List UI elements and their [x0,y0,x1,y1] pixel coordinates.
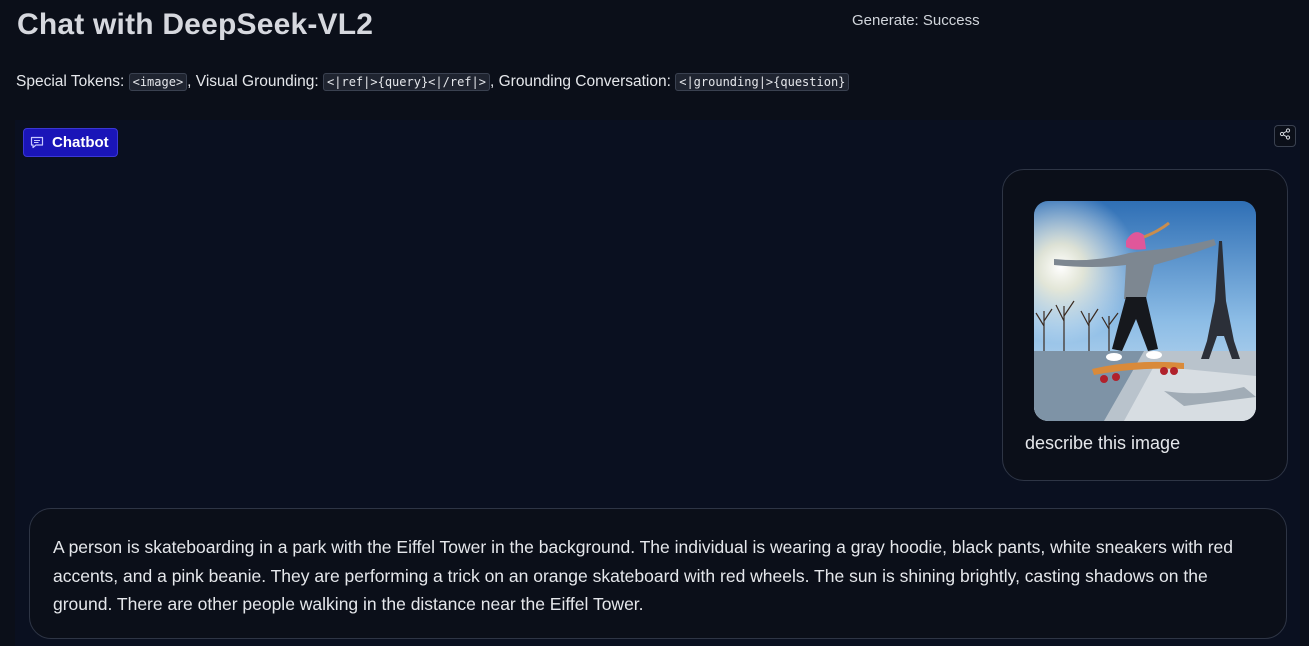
special-tokens-label: Special Tokens: [16,73,129,90]
skateboarder-eiffel-photo[interactable] [1034,201,1256,421]
special-tokens-info: Special Tokens: <image>, Visual Groundin… [16,73,850,91]
bot-message: A person is skateboarding in a park with… [29,508,1287,639]
share-icon [1279,127,1291,145]
user-message: describe this image [1002,169,1288,481]
grounding-conversation-label: , Grounding Conversation: [489,73,676,90]
image-token-code: <image> [128,73,188,91]
chatbot-label: Chatbot [23,128,118,157]
chat-bubble-icon [30,136,44,149]
visual-grounding-label: , Visual Grounding: [187,73,324,90]
share-button[interactable] [1274,125,1296,147]
chatbot-panel: Chatbot describe this image A person is … [15,120,1300,646]
page-title: Chat with DeepSeek-VL2 [17,8,374,41]
app-root: Chat with DeepSeek-VL2 Generate: Success… [0,0,1309,646]
generate-status: Generate: Success [852,12,980,29]
grounding-token-code: <|grounding|>{question} [675,73,850,91]
bot-message-text: A person is skateboarding in a park with… [53,537,1233,615]
user-message-text: describe this image [1025,433,1181,453]
chatbot-label-text: Chatbot [52,134,109,151]
ref-token-code: <|ref|>{query}<|/ref|> [323,73,490,91]
